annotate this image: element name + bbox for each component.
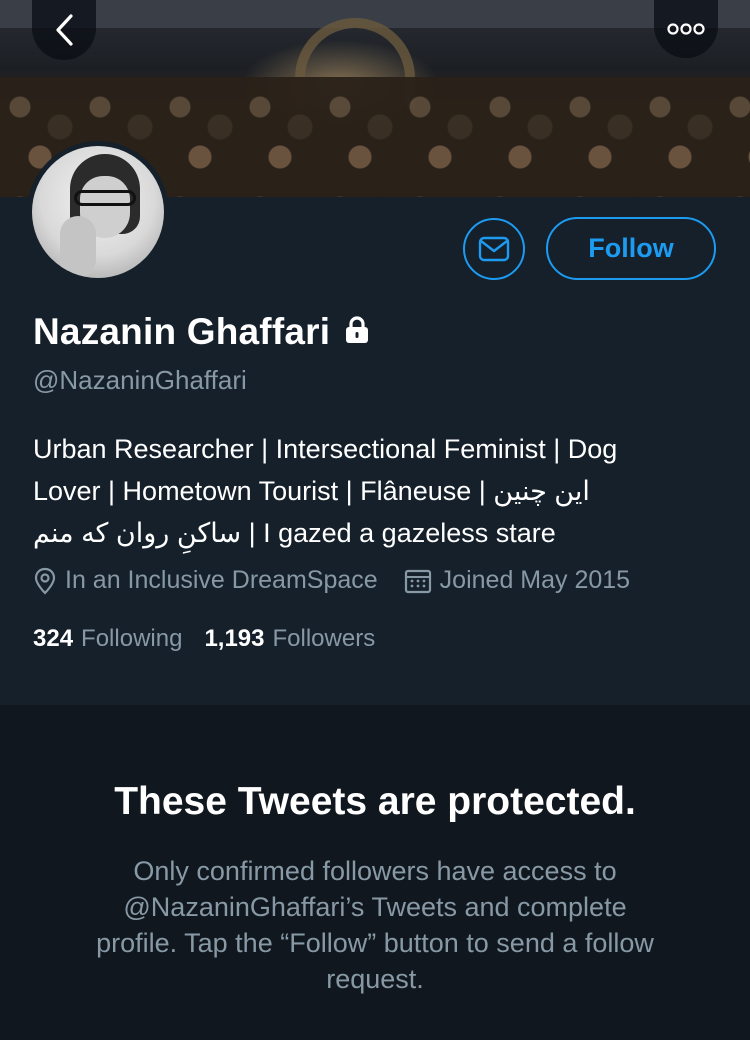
follow-counts: 324 Following 1,193 Followers: [33, 625, 397, 653]
profile-name: Nazanin Ghaffari: [33, 311, 331, 352]
followers-count[interactable]: 1,193 Followers: [204, 625, 375, 653]
following-count[interactable]: 324 Following: [33, 625, 182, 653]
follow-button[interactable]: Follow: [546, 217, 716, 280]
avatar[interactable]: [27, 141, 169, 283]
more-dots-icon: [667, 23, 705, 35]
location-pin-icon: [34, 567, 56, 595]
followers-label: Followers: [272, 625, 376, 652]
profile-name-row: Nazanin Ghaffari: [33, 311, 372, 353]
profile-location: In an Inclusive DreamSpace: [33, 566, 378, 595]
protected-body: Only confirmed followers have access to …: [96, 856, 654, 994]
protected-title: These Tweets are protected.: [114, 780, 636, 823]
followers-number: 1,193: [204, 625, 265, 652]
avatar-glasses: [74, 190, 136, 206]
following-label: Following: [81, 625, 183, 652]
calendar-icon: [404, 569, 431, 593]
chevron-left-icon: [56, 14, 73, 46]
message-button[interactable]: [463, 218, 525, 280]
avatar-hand: [60, 216, 96, 278]
lock-icon: [342, 315, 372, 350]
profile-joined: Joined May 2015: [404, 566, 630, 595]
profile-bio: Urban Researcher | Intersectional Femini…: [33, 428, 723, 554]
profile-meta: In an Inclusive DreamSpace Joined May 20…: [33, 566, 656, 595]
joined-text: Joined May 2015: [439, 566, 631, 594]
bio-line: Lover | Hometown Tourist | Flâneuse | ای…: [33, 476, 590, 506]
location-text: In an Inclusive DreamSpace: [65, 566, 378, 594]
bio-line: ساکنِ روان که منم | I gazed a gazeless s…: [33, 518, 556, 548]
profile-handle: @NazaninGhaffari: [33, 365, 247, 395]
following-number: 324: [33, 625, 74, 652]
bio-line: Urban Researcher | Intersectional Femini…: [33, 434, 618, 464]
avatar-image: [32, 146, 164, 278]
envelope-icon: [478, 236, 510, 262]
